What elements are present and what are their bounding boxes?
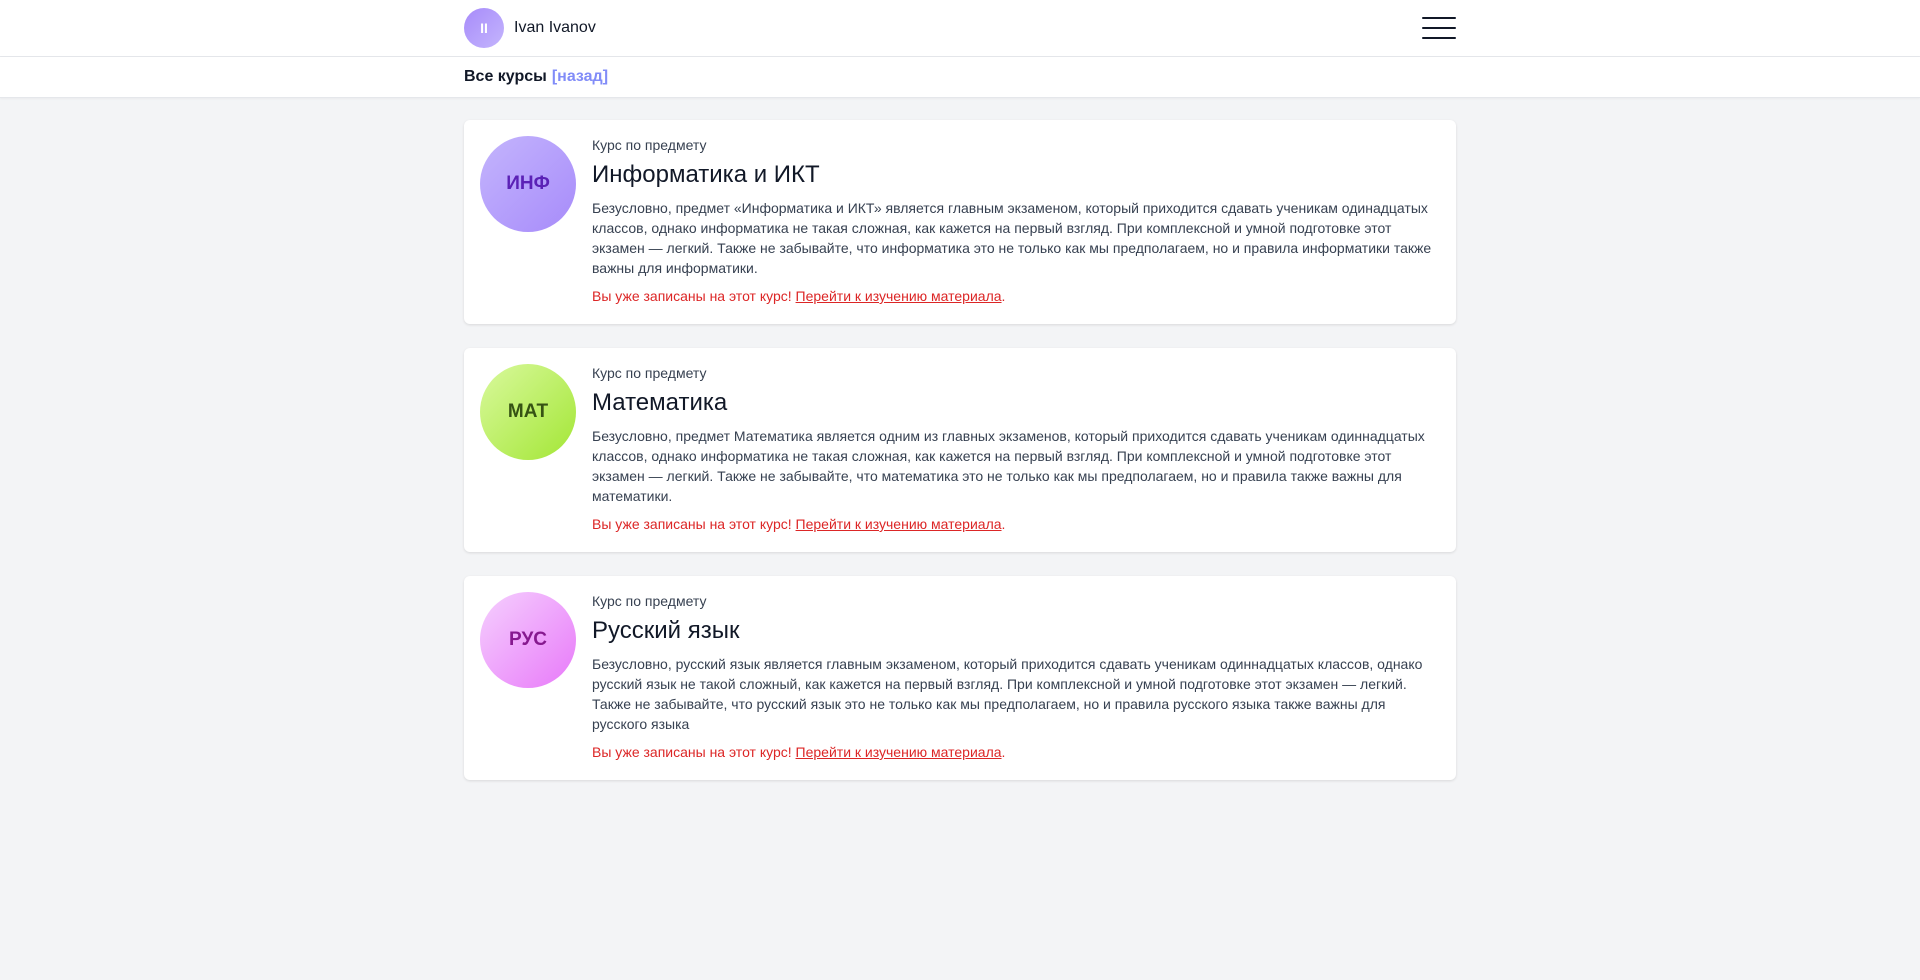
user-profile[interactable]: II Ivan Ivanov bbox=[464, 8, 596, 48]
course-body: Курс по предмету Русский язык Безусловно… bbox=[592, 592, 1438, 762]
user-avatar[interactable]: II bbox=[464, 8, 504, 48]
status-tail: . bbox=[1001, 516, 1006, 532]
user-name[interactable]: Ivan Ivanov bbox=[514, 19, 596, 37]
course-title: Русский язык bbox=[592, 617, 740, 644]
enrollment-status: Вы уже записаны на этот курс! Перейти к … bbox=[592, 514, 1438, 534]
course-list: ИНФ Курс по предмету Информатика и ИКТ Б… bbox=[464, 98, 1456, 780]
enrollment-status-text: Вы уже записаны на этот курс! bbox=[592, 516, 796, 532]
course-card: РУС Курс по предмету Русский язык Безусл… bbox=[464, 576, 1456, 780]
study-material-link[interactable]: Перейти к изучению материала bbox=[796, 516, 1002, 532]
course-description: Безусловно, предмет «Информатика и ИКТ» … bbox=[592, 200, 1432, 276]
enrollment-status: Вы уже записаны на этот курс! Перейти к … bbox=[592, 742, 1438, 762]
page-title: Все курсы bbox=[464, 68, 547, 85]
breadcrumb: Все курсы [назад] bbox=[0, 57, 1920, 98]
course-kicker: Курс по предмету bbox=[592, 365, 707, 381]
course-card: ИНФ Курс по предмету Информатика и ИКТ Б… bbox=[464, 120, 1456, 324]
hamburger-menu-icon[interactable] bbox=[1422, 17, 1456, 39]
enrollment-status: Вы уже записаны на этот курс! Перейти к … bbox=[592, 286, 1438, 306]
course-body: Курс по предмету Информатика и ИКТ Безус… bbox=[592, 136, 1438, 306]
course-badge: МАТ bbox=[480, 364, 576, 460]
menu-line bbox=[1422, 27, 1456, 29]
course-description: Безусловно, русский язык является главны… bbox=[592, 656, 1423, 732]
top-navbar: II Ivan Ivanov bbox=[0, 0, 1920, 57]
course-kicker: Курс по предмету bbox=[592, 137, 707, 153]
course-description: Безусловно, предмет Математика является … bbox=[592, 428, 1425, 504]
menu-line bbox=[1422, 37, 1456, 39]
enrollment-status-text: Вы уже записаны на этот курс! bbox=[592, 288, 796, 304]
enrollment-status-text: Вы уже записаны на этот курс! bbox=[592, 744, 796, 760]
course-kicker: Курс по предмету bbox=[592, 593, 707, 609]
study-material-link[interactable]: Перейти к изучению материала bbox=[796, 288, 1002, 304]
status-tail: . bbox=[1001, 288, 1006, 304]
status-tail: . bbox=[1001, 744, 1006, 760]
course-card: МАТ Курс по предмету Математика Безуслов… bbox=[464, 348, 1456, 552]
menu-line bbox=[1422, 17, 1456, 19]
study-material-link[interactable]: Перейти к изучению материала bbox=[796, 744, 1002, 760]
course-title: Математика bbox=[592, 389, 728, 416]
course-body: Курс по предмету Математика Безусловно, … bbox=[592, 364, 1438, 534]
course-badge: РУС bbox=[480, 592, 576, 688]
course-title: Информатика и ИКТ bbox=[592, 161, 820, 188]
course-badge: ИНФ bbox=[480, 136, 576, 232]
back-link[interactable]: [назад] bbox=[552, 68, 608, 86]
